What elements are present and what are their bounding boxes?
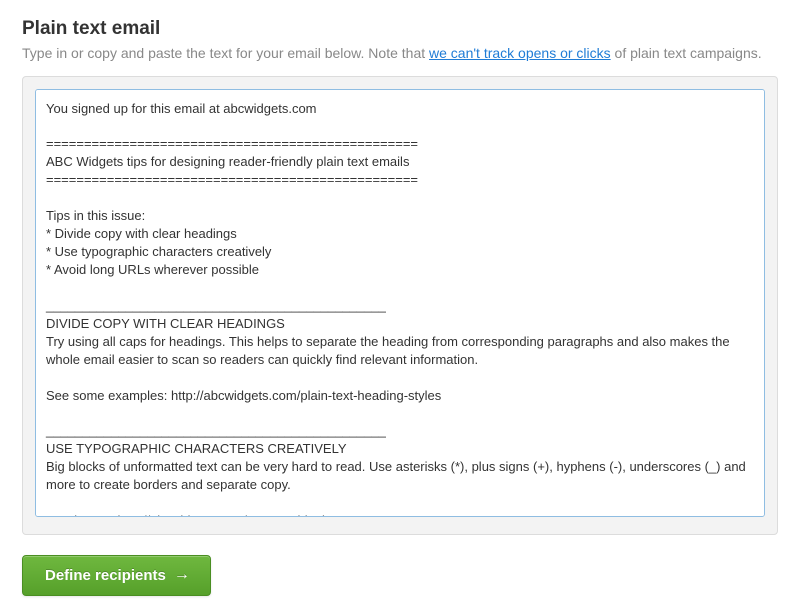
page-subtitle: Type in or copy and paste the text for y…	[22, 44, 778, 64]
tracking-help-link[interactable]: we can't track opens or clicks	[429, 45, 611, 61]
textarea-wrapper	[35, 89, 765, 522]
page-title: Plain text email	[22, 18, 778, 40]
editor-panel	[22, 76, 778, 535]
define-recipients-button[interactable]: Define recipients →	[22, 555, 211, 596]
subtitle-prefix: Type in or copy and paste the text for y…	[22, 45, 429, 61]
define-recipients-label: Define recipients	[45, 567, 166, 584]
subtitle-suffix: of plain text campaigns.	[611, 45, 762, 61]
email-body-textarea[interactable]	[35, 89, 765, 517]
page-container: Plain text email Type in or copy and pas…	[0, 0, 800, 606]
arrow-right-icon: →	[174, 567, 190, 583]
